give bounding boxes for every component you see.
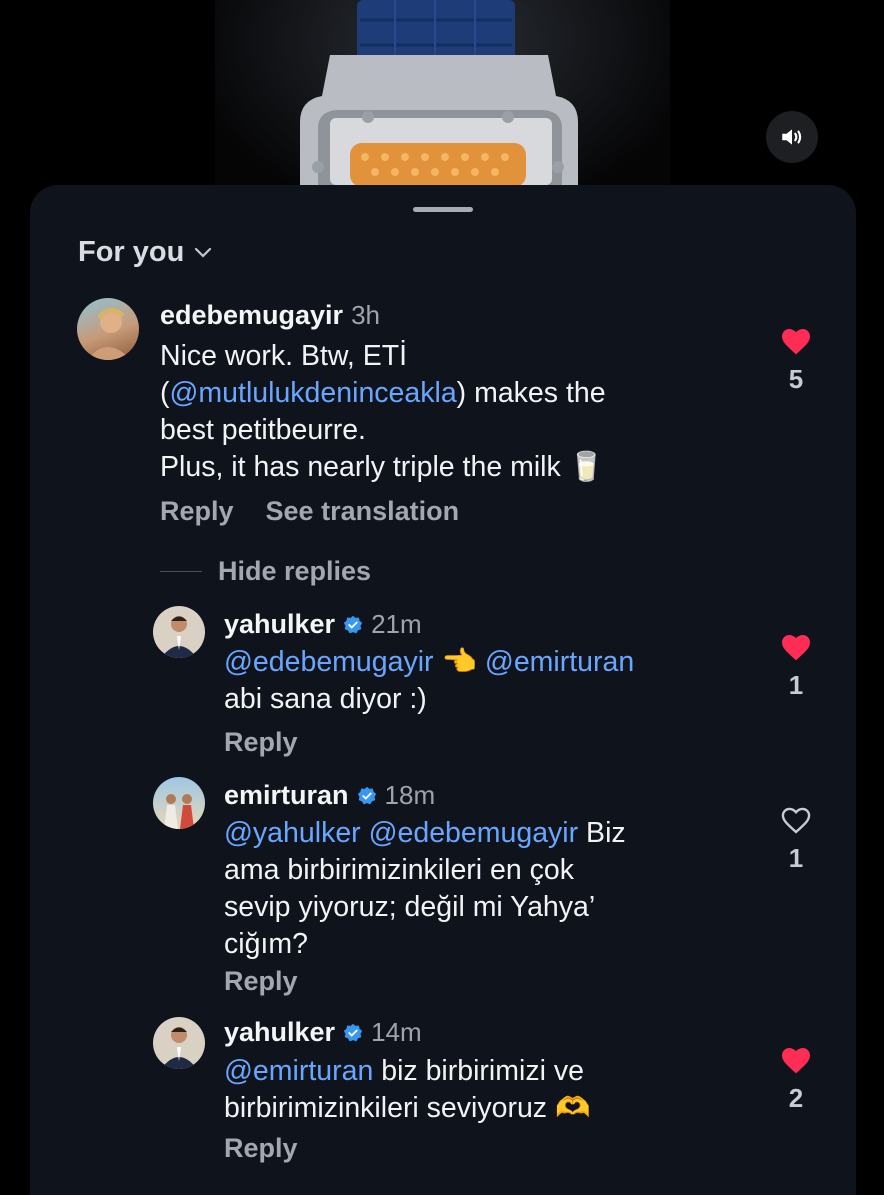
comment-text: @edebemugayir 👈 @emirturan abi sana diyo…	[224, 644, 634, 718]
mention-link[interactable]: @emirturan	[224, 1055, 373, 1087]
comment-actions: Reply	[224, 1133, 298, 1164]
comment-actions: Reply	[224, 966, 298, 997]
mention-link[interactable]: @emirturan	[485, 646, 634, 678]
like-count: 1	[788, 843, 804, 873]
profile-photo-image	[161, 1027, 197, 1069]
comment-text: @emirturan biz birbirimizi ve birbirimiz…	[224, 1053, 590, 1127]
comment-line: birbirimizinkileri seviyoruz 🫶	[224, 1092, 591, 1124]
mention-link[interactable]: @edebemugayir	[224, 646, 434, 678]
hide-replies-label: Hide replies	[218, 556, 372, 586]
like-button[interactable]: 1	[776, 632, 816, 701]
verified-badge-icon	[343, 615, 363, 633]
like-count: 2	[788, 1083, 804, 1113]
comment-line: best petitbeurre.	[160, 414, 366, 446]
hide-replies-toggle[interactable]: Hide replies	[160, 556, 371, 587]
comment-line: Nice work. Btw, ETİ	[160, 340, 408, 372]
comment-line: @emirturan biz birbirimizi ve	[224, 1055, 584, 1087]
feed-filter-label: For you	[78, 236, 185, 268]
comment-header: yahulker 21m	[224, 609, 422, 640]
username[interactable]: edebemugayir	[160, 300, 343, 331]
mention-link[interactable]: @yahulker	[224, 817, 361, 849]
comment-line: (@mutlulukdeninceakla) makes the	[160, 377, 606, 409]
comment-line: Plus, it has nearly triple the milk 🥛	[160, 451, 605, 483]
comment-header: yahulker 14m	[224, 1017, 422, 1048]
heart-filled-icon	[782, 1048, 810, 1074]
speaker-icon	[782, 129, 802, 145]
reply-button[interactable]: Reply	[224, 727, 298, 758]
comment-header: edebemugayir 3h	[160, 300, 380, 331]
sheet-drag-handle[interactable]	[413, 207, 473, 212]
timestamp: 14m	[371, 1017, 422, 1047]
sound-toggle-button[interactable]	[766, 111, 818, 163]
avatar[interactable]	[153, 606, 205, 658]
divider	[160, 570, 202, 573]
like-button[interactable]: 1	[776, 805, 816, 874]
like-count: 1	[788, 670, 804, 700]
timestamp: 18m	[384, 780, 436, 810]
comment-line: ama birbirimizinkileri en çok	[224, 854, 575, 886]
username[interactable]: yahulker	[224, 609, 335, 640]
mention-link[interactable]: @mutlulukdeninceakla	[170, 377, 457, 409]
comment-line: abi sana diyor :)	[224, 683, 427, 715]
like-button[interactable]: 5	[776, 326, 816, 395]
comment-line: @yahulker @edebemugayir Biz	[224, 817, 626, 849]
comment-line: sevip yiyoruz; değil mi Yahya’	[224, 891, 596, 923]
comment-line: @edebemugayir 👈 @emirturan	[224, 646, 635, 678]
reply-button[interactable]: Reply	[224, 1133, 298, 1164]
profile-photo-image	[161, 616, 197, 658]
comment-actions: Reply	[224, 727, 298, 758]
comment-header: emirturan 18m	[224, 780, 435, 811]
watch-image	[300, 0, 578, 187]
heart-filled-icon	[782, 635, 810, 661]
chevron-down-icon	[195, 247, 212, 258]
timestamp: 3h	[351, 300, 380, 330]
comment-text: @yahulker @edebemugayir Biz ama birbirim…	[224, 815, 626, 963]
like-button[interactable]: 2	[776, 1045, 816, 1114]
profile-photo-image	[87, 308, 131, 360]
comment-text: Nice work. Btw, ETİ (@mutlulukdeninceakl…	[160, 338, 606, 486]
avatar[interactable]	[77, 298, 139, 360]
reply-button[interactable]: Reply	[160, 496, 234, 527]
timestamp: 21m	[371, 609, 422, 639]
reply-button[interactable]: Reply	[224, 966, 298, 997]
heart-outline-icon	[781, 807, 811, 834]
username[interactable]: yahulker	[224, 1017, 335, 1048]
see-translation-button[interactable]: See translation	[266, 496, 460, 527]
heart-filled-icon	[782, 329, 810, 355]
avatar[interactable]	[153, 1017, 205, 1069]
verified-badge-icon	[343, 1023, 363, 1041]
like-count: 5	[788, 364, 804, 394]
comment-actions: Reply See translation	[160, 496, 459, 527]
feed-filter-dropdown[interactable]: For you	[78, 236, 212, 269]
profile-photo-image	[164, 794, 194, 829]
comment-line: ciğım?	[224, 928, 308, 960]
avatar[interactable]	[153, 777, 205, 829]
mention-link[interactable]: @edebemugayir	[369, 817, 579, 849]
video-preview[interactable]	[0, 0, 884, 200]
username[interactable]: emirturan	[224, 780, 349, 811]
verified-badge-icon	[357, 786, 376, 804]
